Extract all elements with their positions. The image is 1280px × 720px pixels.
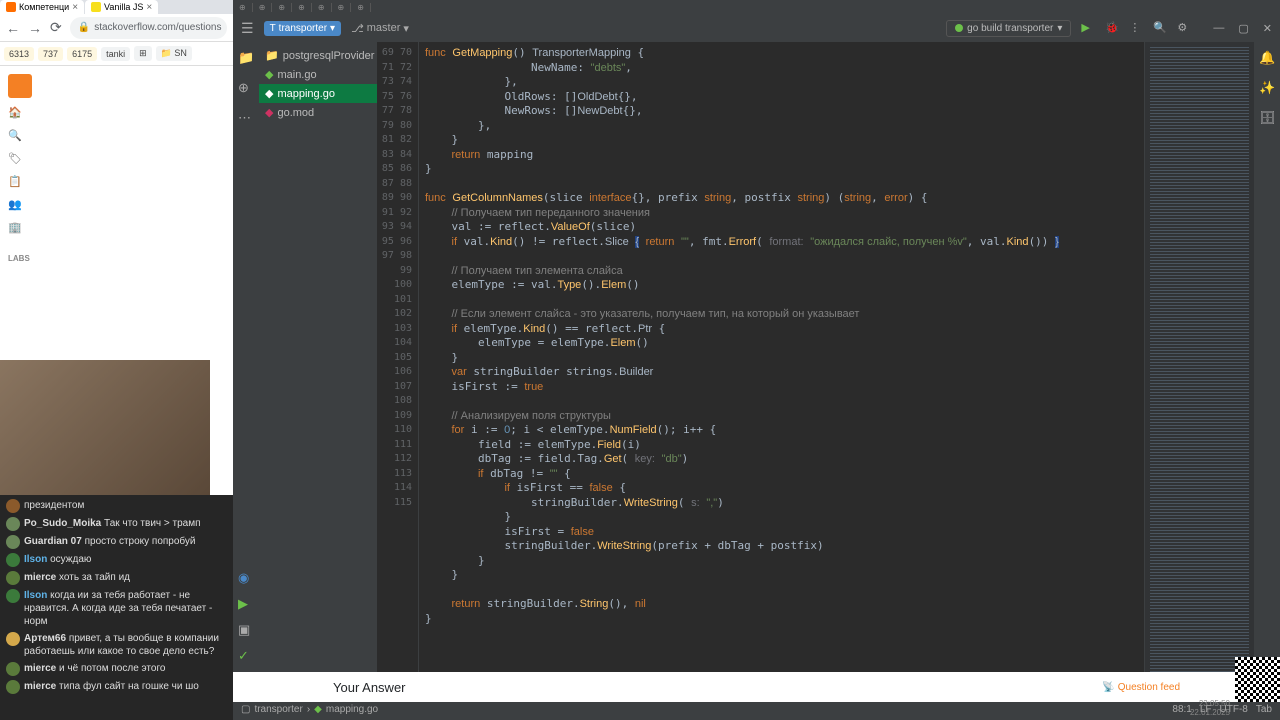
tree-file[interactable]: ◆main.go xyxy=(259,65,377,84)
chat-message: Po_Sudo_Moika Так что твич > трамп xyxy=(2,515,231,533)
indent-setting[interactable]: Tab xyxy=(1256,704,1272,715)
database-icon[interactable]: 🗄 xyxy=(1259,110,1275,126)
structure-tool-icon[interactable]: ⋯ xyxy=(238,110,254,126)
timestamp-overlay: 23:05:50 22.01.2025 xyxy=(1190,699,1230,718)
browser-toolbar: ← → ⟳ 🔒stackoverflow.com/questions xyxy=(0,14,233,42)
chat-message: Ilson когда ии за тебя работает - не нра… xyxy=(2,587,231,630)
nav-tags-icon[interactable]: 🏷 xyxy=(8,152,225,165)
right-tool-stripe: 🔔 ✨ 🗄 xyxy=(1254,42,1280,698)
stream-chat: президентом Po_Sudo_Moika Так что твич >… xyxy=(0,495,233,720)
stackoverflow-sidebar: 🏠 🔍 🏷 📋 👥 🏢 LABS xyxy=(0,66,233,271)
bookmark[interactable]: 6313 xyxy=(4,47,34,61)
chat-message: Артем66 привет, а ты вообще в компании р… xyxy=(2,630,231,660)
chat-message: mierce хоть за тайп ид xyxy=(2,569,231,587)
run-tool-icon[interactable]: ▶ xyxy=(238,596,254,612)
project-tool-icon[interactable]: 📁 xyxy=(238,50,254,66)
bookmark[interactable]: 737 xyxy=(38,47,63,61)
bookmark[interactable]: tanki xyxy=(101,47,130,61)
run-config-selector[interactable]: go build transporter▾ xyxy=(946,20,1071,37)
project-tree[interactable]: 📁postgresqlProvider ◆main.go ◆mapping.go… xyxy=(259,42,377,698)
stackoverflow-logo-icon[interactable] xyxy=(8,74,32,98)
close-icon[interactable]: × xyxy=(146,2,152,13)
chat-message: президентом xyxy=(2,497,231,515)
code-editor[interactable]: 69 70 71 72 73 74 75 76 77 78 79 80 81 8… xyxy=(377,42,1254,698)
tree-folder[interactable]: 📁postgresqlProvider xyxy=(259,46,377,65)
webcam-overlay xyxy=(0,360,210,495)
back-button[interactable]: ← xyxy=(6,20,20,36)
chat-message: Ilson осуждаю xyxy=(2,551,231,569)
bookmark[interactable]: ⊞ xyxy=(134,46,152,61)
cursor-position[interactable]: 88:1 xyxy=(1172,704,1191,715)
minimap[interactable] xyxy=(1144,42,1254,698)
settings-icon[interactable]: ⚙ xyxy=(1177,21,1191,35)
labs-heading: LABS xyxy=(8,254,225,263)
close-icon[interactable]: × xyxy=(72,2,78,13)
your-answer-heading: Your Answer xyxy=(333,680,406,695)
nav-users-icon[interactable]: 👥 xyxy=(8,198,225,211)
nav-search-icon[interactable]: 🔍 xyxy=(8,129,225,142)
notifications-icon[interactable]: 🔔 xyxy=(1259,50,1275,66)
problems-icon[interactable]: ✓ xyxy=(238,648,254,664)
nav-companies-icon[interactable]: 🏢 xyxy=(8,221,225,234)
address-bar[interactable]: 🔒stackoverflow.com/questions xyxy=(70,17,227,39)
chat-message: Guardian 07 просто строку попробуй xyxy=(2,533,231,551)
close-button[interactable]: ✕ xyxy=(1263,22,1272,35)
search-icon[interactable]: 🔍 xyxy=(1153,21,1167,35)
chat-message: mierce и чё потом после этого xyxy=(2,660,231,678)
line-gutter: 69 70 71 72 73 74 75 76 77 78 79 80 81 8… xyxy=(377,42,419,698)
browser-tab[interactable]: Vanilla JS× xyxy=(85,0,158,14)
ide-titlebar: ☰ Ttransporter▾ ⎇master▾ go build transp… xyxy=(233,14,1280,42)
run-button[interactable]: ▶ xyxy=(1081,21,1095,35)
more-icon[interactable]: ⋮ xyxy=(1129,21,1143,35)
question-feed-link[interactable]: 📡Question feed xyxy=(1102,682,1180,693)
git-branch-selector[interactable]: ⎇master▾ xyxy=(351,22,409,35)
browser-tab[interactable]: Компетенци× xyxy=(0,0,84,14)
maximize-button[interactable]: ▢ xyxy=(1238,22,1248,35)
menu-icon[interactable]: ☰ xyxy=(241,20,254,37)
services-icon[interactable]: ◉ xyxy=(238,570,254,586)
forward-button[interactable]: → xyxy=(28,20,42,36)
browser-tab-strip: Компетенци× Vanilla JS× xyxy=(0,0,233,14)
code-area[interactable]: func GetMapping() TransporterMapping { N… xyxy=(419,42,1144,698)
ide-window: ☰ Ttransporter▾ ⎇master▾ go build transp… xyxy=(233,14,1280,720)
terminal-icon[interactable]: ▣ xyxy=(238,622,254,638)
tree-file[interactable]: ◆go.mod xyxy=(259,103,377,122)
tree-file-selected[interactable]: ◆mapping.go xyxy=(259,84,377,103)
chat-message: mierce типа фул сайт на гошке чи шо xyxy=(2,678,231,696)
breadcrumb[interactable]: ▢transporter›◆mapping.go xyxy=(241,704,378,715)
bookmarks-bar: 6313 737 6175 tanki ⊞ 📁 SN xyxy=(0,42,233,66)
commit-tool-icon[interactable]: ⊕ xyxy=(238,80,254,96)
qr-code xyxy=(1235,657,1280,702)
bookmark[interactable]: 📁 SN xyxy=(156,46,192,61)
project-selector[interactable]: Ttransporter▾ xyxy=(264,21,342,36)
answer-section: Your Answer 📡Question feed xyxy=(233,672,1280,702)
hidden-background-tabs: ⊕⊕⊕⊕⊕⊕⊕ xyxy=(233,0,1280,14)
reload-button[interactable]: ⟳ xyxy=(50,19,62,36)
nav-saves-icon[interactable]: 📋 xyxy=(8,175,225,188)
minimize-button[interactable]: — xyxy=(1213,22,1224,35)
bookmark[interactable]: 6175 xyxy=(67,47,97,61)
debug-button[interactable]: 🐞 xyxy=(1105,21,1119,35)
ai-assistant-icon[interactable]: ✨ xyxy=(1259,80,1275,96)
nav-home-icon[interactable]: 🏠 xyxy=(8,106,225,119)
